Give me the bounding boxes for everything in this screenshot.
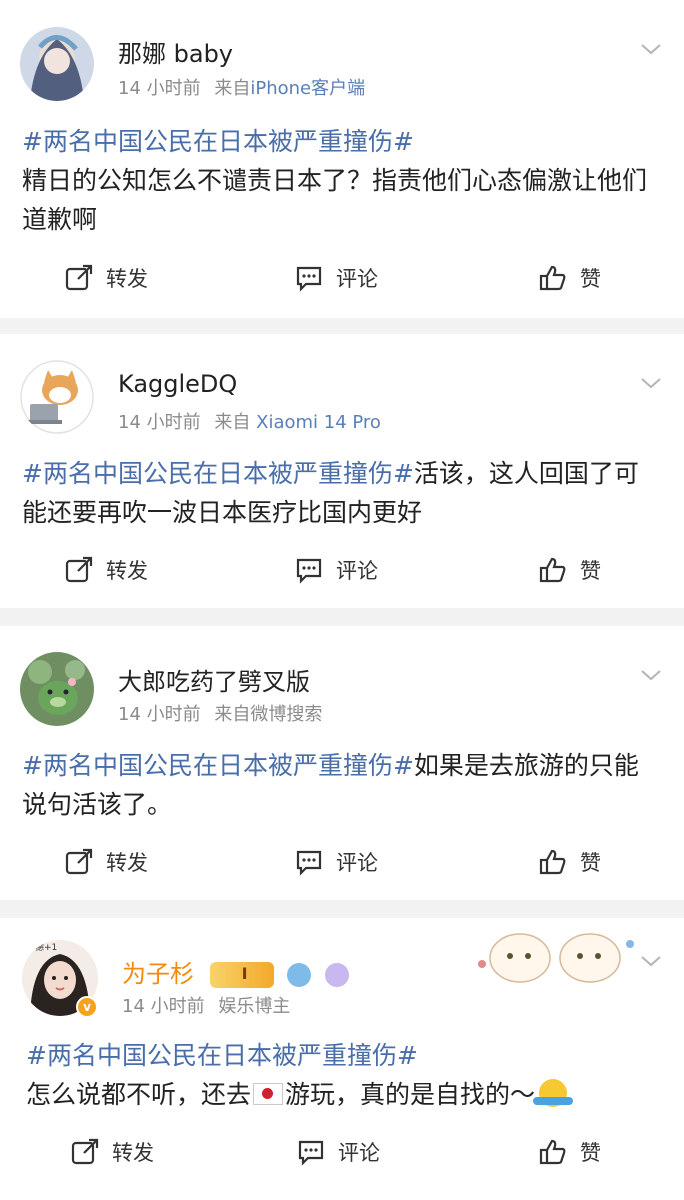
fan-badge-icon[interactable] — [287, 963, 312, 987]
username[interactable]: KaggleDQ — [118, 370, 237, 398]
source-device[interactable]: iPhone客户端 — [250, 78, 365, 99]
post-card[interactable]: KaggleDQ 14 小时前 来自 Xiaomi 14 Pro #两名中国公民… — [0, 334, 684, 608]
comment-button[interactable]: 评论 — [294, 842, 378, 882]
repost-button[interactable]: 转发 — [64, 842, 148, 882]
post-card[interactable]: 那娜 baby 14 小时前 来自iPhone客户端 #两名中国公民在日本被严重… — [0, 0, 684, 318]
repost-button[interactable]: 转发 — [64, 258, 148, 298]
comment-label: 评论 — [338, 1141, 380, 1165]
like-button[interactable]: 赞 — [538, 1132, 601, 1172]
action-bar: 转发 评论 赞 — [0, 258, 684, 298]
cat-sticker-decoration — [478, 933, 634, 983]
avatar[interactable] — [20, 652, 94, 726]
source-device[interactable]: Xiaomi 14 Pro — [256, 412, 381, 433]
post-meta: 14 小时前 来自 Xiaomi 14 Pro — [118, 408, 381, 434]
comment-button[interactable]: 评论 — [294, 258, 378, 298]
post-time: 14 小时前 — [118, 412, 201, 433]
like-button[interactable]: 赞 — [538, 550, 601, 590]
japan-flag-icon — [253, 1083, 284, 1105]
source-device[interactable]: 微博搜索 — [250, 704, 322, 725]
repost-button[interactable]: 转发 — [64, 550, 148, 590]
verified-badge: v — [76, 996, 98, 1018]
comment-button[interactable]: 评论 — [294, 550, 378, 590]
thumbs-up-icon — [539, 849, 566, 875]
comment-label: 评论 — [336, 267, 378, 291]
like-label: 赞 — [580, 1141, 601, 1165]
repost-icon — [65, 264, 93, 291]
post-text-part2: 游玩，真的是自找的～ — [285, 1080, 536, 1109]
comment-icon — [296, 850, 322, 876]
comment-label: 评论 — [336, 559, 378, 583]
post-body: #两名中国公民在日本被严重撞伤#如果是去旅游的只能说句活该了。 — [22, 746, 652, 824]
username-text[interactable]: 为子杉 — [122, 960, 194, 988]
thumbs-up-icon — [539, 265, 566, 291]
source-prefix: 来自 — [214, 412, 251, 433]
post-card[interactable]: 功德+1 v 为子杉 14 小时前 娱乐博主 #两名中国公民在日本被严重撞伤# … — [0, 918, 684, 1200]
post-body: #两名中国公民在日本被严重撞伤# 怎么说都不听，还去 游玩，真的是自找的～ — [26, 1036, 656, 1114]
hashtag-link[interactable]: #两名中国公民在日本被严重撞伤# — [22, 127, 414, 156]
post-time: 14 小时前 — [122, 996, 205, 1017]
post-meta: 14 小时前 来自微博搜索 — [118, 700, 322, 726]
repost-label: 转发 — [106, 559, 148, 583]
repost-label: 转发 — [106, 851, 148, 875]
chevron-down-icon[interactable] — [640, 950, 662, 972]
post-time: 14 小时前 — [118, 78, 201, 99]
comment-icon — [296, 558, 322, 584]
post-card[interactable]: 大郎吃药了劈叉版 14 小时前 来自微博搜索 #两名中国公民在日本被严重撞伤#如… — [0, 626, 684, 900]
chevron-down-icon[interactable] — [640, 664, 662, 686]
post-body: #两名中国公民在日本被严重撞伤# 精日的公知怎么不谴责日本了？指责他们心态偏激让… — [22, 122, 652, 239]
chevron-down-icon[interactable] — [640, 372, 662, 394]
action-bar: 转发 评论 赞 — [0, 1132, 684, 1172]
like-label: 赞 — [580, 267, 601, 291]
thumbs-up-icon — [539, 1139, 566, 1165]
post-text-part1: 怎么说都不听，还去 — [26, 1080, 252, 1109]
action-bar: 转发 评论 赞 — [0, 550, 684, 590]
comment-icon — [296, 266, 322, 292]
alarm-badge-icon[interactable] — [324, 963, 349, 987]
post-text: 精日的公知怎么不谴责日本了？指责他们心态偏激让他们道歉啊 — [22, 166, 648, 234]
comment-button[interactable]: 评论 — [296, 1132, 380, 1172]
username[interactable]: 那娜 baby — [118, 34, 233, 69]
post-meta: 14 小时前 娱乐博主 — [122, 992, 290, 1018]
like-label: 赞 — [580, 559, 601, 583]
source-prefix: 来自 — [214, 78, 251, 99]
avatar[interactable] — [20, 27, 94, 101]
blogger-label: 娱乐博主 — [218, 996, 291, 1017]
like-label: 赞 — [580, 851, 601, 875]
post-time: 14 小时前 — [118, 704, 201, 725]
vip-level-badge[interactable] — [209, 962, 274, 988]
shrug-emoji-icon — [533, 1079, 574, 1107]
avatar-caption: 功德+1 — [26, 941, 57, 953]
thumbs-up-icon — [539, 557, 566, 583]
comment-icon — [298, 1140, 324, 1166]
repost-button[interactable]: 转发 — [70, 1132, 154, 1172]
hashtag-link[interactable]: #两名中国公民在日本被严重撞伤# — [26, 1041, 418, 1070]
post-body: #两名中国公民在日本被严重撞伤#活该，这人回国了可能还要再吹一波日本医疗比国内更… — [22, 454, 652, 532]
username[interactable]: 大郎吃药了劈叉版 — [118, 662, 310, 697]
repost-label: 转发 — [106, 267, 148, 291]
username[interactable]: 为子杉 — [122, 954, 349, 989]
source-prefix: 来自 — [214, 704, 251, 725]
like-button[interactable]: 赞 — [538, 258, 601, 298]
action-bar: 转发 评论 赞 — [0, 842, 684, 882]
hashtag-link[interactable]: #两名中国公民在日本被严重撞伤# — [22, 459, 414, 488]
avatar[interactable] — [20, 360, 94, 434]
repost-icon — [71, 1138, 99, 1165]
post-meta: 14 小时前 来自iPhone客户端 — [118, 74, 365, 100]
like-button[interactable]: 赞 — [538, 842, 601, 882]
comment-label: 评论 — [336, 851, 378, 875]
repost-icon — [65, 556, 93, 583]
chevron-down-icon[interactable] — [640, 38, 662, 60]
hashtag-link[interactable]: #两名中国公民在日本被严重撞伤# — [22, 751, 414, 780]
repost-icon — [65, 848, 93, 875]
repost-label: 转发 — [112, 1141, 154, 1165]
